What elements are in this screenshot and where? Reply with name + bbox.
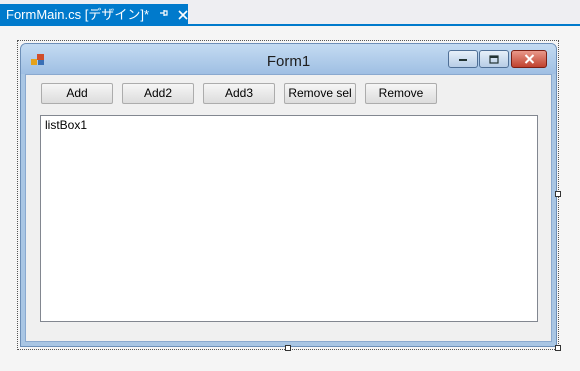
pin-icon-graphic [160,10,168,16]
maximize-icon [489,54,499,64]
resize-handle-corner[interactable] [555,345,561,351]
add3-button[interactable]: Add3 [203,83,275,104]
form-client-area[interactable]: Add Add2 Add3 Remove sel Remove listBox1 [25,74,552,342]
close-icon[interactable] [178,4,188,26]
document-tab-title: FormMain.cs [デザイン]* [6,7,150,22]
close-icon-graphic [178,10,188,20]
window-close-button[interactable] [511,50,547,68]
form-titlebar[interactable]: Form1 [21,44,556,74]
resize-handle-bottom[interactable] [285,345,291,351]
listbox[interactable]: listBox1 [40,115,538,322]
remove-button[interactable]: Remove [365,83,437,104]
list-item[interactable]: listBox1 [45,118,533,132]
pin-icon[interactable] [159,4,169,26]
minimize-button[interactable] [448,50,478,68]
form-window[interactable]: Form1 Add Add2 Add3 Remove sel Remove li… [20,43,557,347]
designer-surface[interactable]: Form1 Add Add2 Add3 Remove sel Remove li… [0,26,580,371]
add-button[interactable]: Add [41,83,113,104]
remove-sel-button[interactable]: Remove sel [284,83,356,104]
add2-button[interactable]: Add2 [122,83,194,104]
resize-handle-right[interactable] [555,191,561,197]
document-tab-formmain[interactable]: FormMain.cs [デザイン]* [0,4,188,26]
document-tab-bar: FormMain.cs [デザイン]* [0,0,580,26]
window-close-icon [524,54,534,64]
maximize-button[interactable] [479,50,509,68]
minimize-icon [459,59,467,61]
